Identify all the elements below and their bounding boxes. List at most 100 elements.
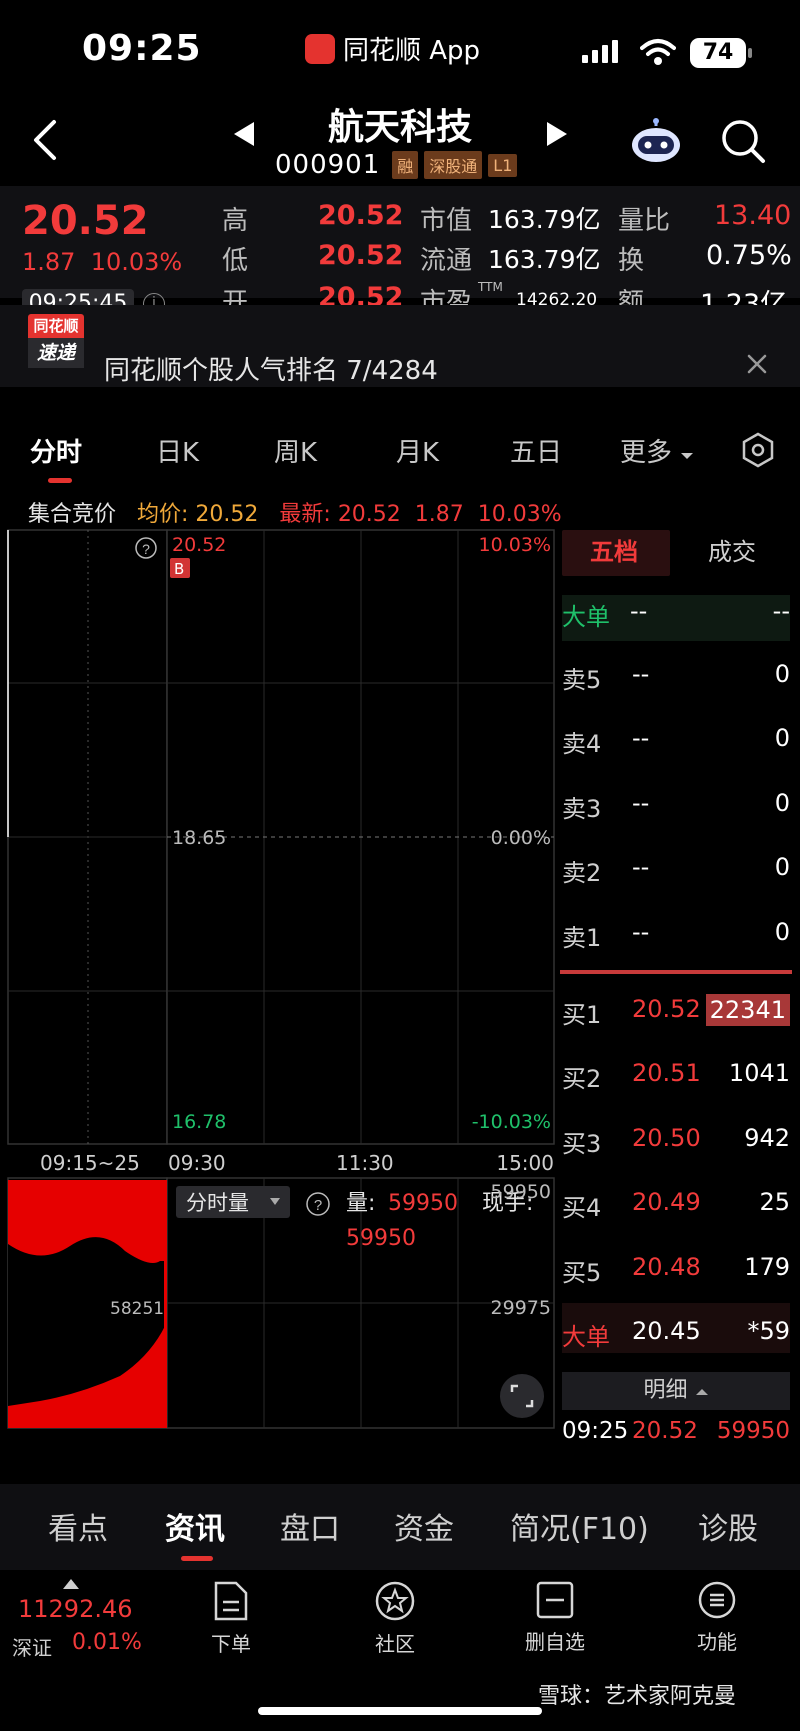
triangle-left-icon [234,122,254,146]
index-pct: 0.01% [72,1630,142,1655]
avg-value: 20.52 [195,502,259,527]
document-icon [214,1581,248,1621]
tab-highlights[interactable]: 看点 [48,1504,108,1548]
big-ask-row: 大单 -- -- [562,595,790,641]
ask-vol: 0 [774,853,790,881]
community-star-icon [375,1581,415,1621]
auction-volume-label: 58251 [110,1299,164,1319]
ask-row-4[interactable]: 卖4 -- 0 [562,724,790,764]
change-pct: 10.03% [90,248,183,276]
tag-connect: 深股通 [424,151,483,179]
tab-weekly-k[interactable]: 周K [274,432,317,469]
close-banner-button[interactable] [746,352,768,382]
chart-info-row: 集合竞价 均价: 20.52 最新: 20.52 1.87 10.03% [28,496,562,528]
bid-row-2[interactable]: 买2 20.51 1041 [562,1059,790,1099]
status-bar: 09:25 同花顺 App 74 [0,0,800,95]
bid-price: 20.50 [632,1124,701,1152]
tab-news[interactable]: 资讯 [165,1504,225,1548]
community-button[interactable]: 社区 [340,1580,450,1657]
home-indicator[interactable] [258,1707,542,1715]
buy-marker-label: B [174,560,184,578]
tab-intraday[interactable]: 分时 [30,432,82,469]
pct-bottom-label: -10.03% [472,1111,551,1133]
bid-label: 买5 [562,1259,602,1287]
bid-row-1[interactable]: 买1 20.52 22341 [562,994,790,1035]
open-volume-bar [164,1180,167,1428]
bid-label: 买3 [562,1130,602,1158]
ask-vol: 0 [774,918,790,946]
ask-row-5[interactable]: 卖5 -- 0 [562,660,790,700]
ask-row-3[interactable]: 卖3 -- 0 [562,789,790,829]
latest-value: 20.52 [337,502,401,527]
tab-f10[interactable]: 简况(F10) [510,1504,649,1548]
active-bottom-tab-indicator [181,1556,213,1561]
volume-label: 量: [346,1191,375,1216]
popularity-logo: 同花顺 速递 [28,314,84,372]
tab-trades[interactable]: 成交 [708,532,756,567]
detail-label: 明细 [643,1378,688,1403]
bid-vol: 179 [744,1253,790,1281]
settings-hexagon-icon[interactable] [740,432,776,468]
latest-label: 最新: [279,502,331,527]
remove-watchlist-label: 删自选 [525,1630,585,1654]
time-open-label: 09:30 [168,1151,226,1175]
fullscreen-button[interactable] [500,1374,544,1418]
robot-assistant-icon[interactable] [630,118,682,164]
ask-vol: 0 [774,660,790,688]
ask-vol: 0 [774,724,790,752]
remove-watchlist-button[interactable]: 删自选 [500,1580,610,1655]
stock-name: 航天科技 [327,107,472,148]
tab-capital[interactable]: 资金 [394,1504,454,1548]
tab-diagnosis[interactable]: 诊股 [698,1504,758,1548]
high-value: 20.52 [318,200,404,231]
ask-row-2[interactable]: 卖2 -- 0 [562,853,790,893]
tab-monthly-k[interactable]: 月K [396,432,439,469]
ask-row-1[interactable]: 卖1 -- 0 [562,918,790,958]
high-label: 高 [222,206,249,236]
bid-row-5[interactable]: 买5 20.48 179 [562,1253,790,1293]
bid-label: 买1 [562,1001,602,1029]
tab-order-book[interactable]: 盘口 [280,1504,340,1548]
detail-toggle[interactable]: 明细 [562,1372,790,1410]
back-button[interactable] [30,118,70,168]
big-ask-label: 大单 [562,603,610,631]
index-value[interactable]: 11292.46 [18,1595,133,1623]
big-bid-price: 20.45 [632,1317,701,1345]
prev-stock-button[interactable] [232,120,256,155]
bid-row-4[interactable]: 买4 20.49 25 [562,1188,790,1228]
ask-price: -- [632,789,650,817]
bid-row-3[interactable]: 买3 20.50 942 [562,1124,790,1164]
svg-text:?: ? [142,541,150,557]
next-stock-button[interactable] [545,120,569,155]
tab-more[interactable]: 更多 [620,432,694,469]
functions-label: 功能 [697,1630,737,1654]
caret-down-icon [681,453,694,459]
big-bid-row: 大单 20.45 *59 [562,1303,790,1353]
bid-price: 20.51 [632,1059,701,1087]
tab-five-day[interactable]: 五日 [510,432,562,469]
search-icon[interactable] [720,118,766,164]
place-order-button[interactable]: 下单 [176,1580,286,1657]
auction-label: 集合竞价 [28,502,117,527]
intraday-chart[interactable]: ? 20.52 B 10.03% 18.65 0.00% 16.78 -10.0… [0,526,556,1456]
volume-type-label: 分时量 [186,1191,249,1215]
triangle-right-icon [547,122,567,146]
detail-trade-row: 09:25 20.52 59950 [562,1418,790,1458]
latest-pct: 10.03% [477,502,562,527]
functions-button[interactable]: 功能 [662,1580,772,1655]
tab-five-levels[interactable]: 五档 [590,532,638,567]
community-label: 社区 [375,1632,415,1656]
time-close-label: 15:00 [496,1151,554,1175]
ask-vol: 0 [774,789,790,817]
tab-daily-k[interactable]: 日K [156,432,199,469]
bid-label: 买2 [562,1065,602,1093]
turnover-value: 0.75% [706,240,792,271]
volume-ratio-label: 量比 [618,206,671,236]
avg-label: 均价: [137,502,189,527]
volume-value-2: 59950 [346,1226,416,1251]
detail-vol: 59950 [716,1418,790,1444]
svg-text:?: ? [314,1197,322,1214]
popularity-text[interactable]: 同花顺个股人气排名 7/4284 [104,350,438,387]
menu-circle-icon [698,1581,736,1619]
price-mid-label: 18.65 [172,827,226,849]
